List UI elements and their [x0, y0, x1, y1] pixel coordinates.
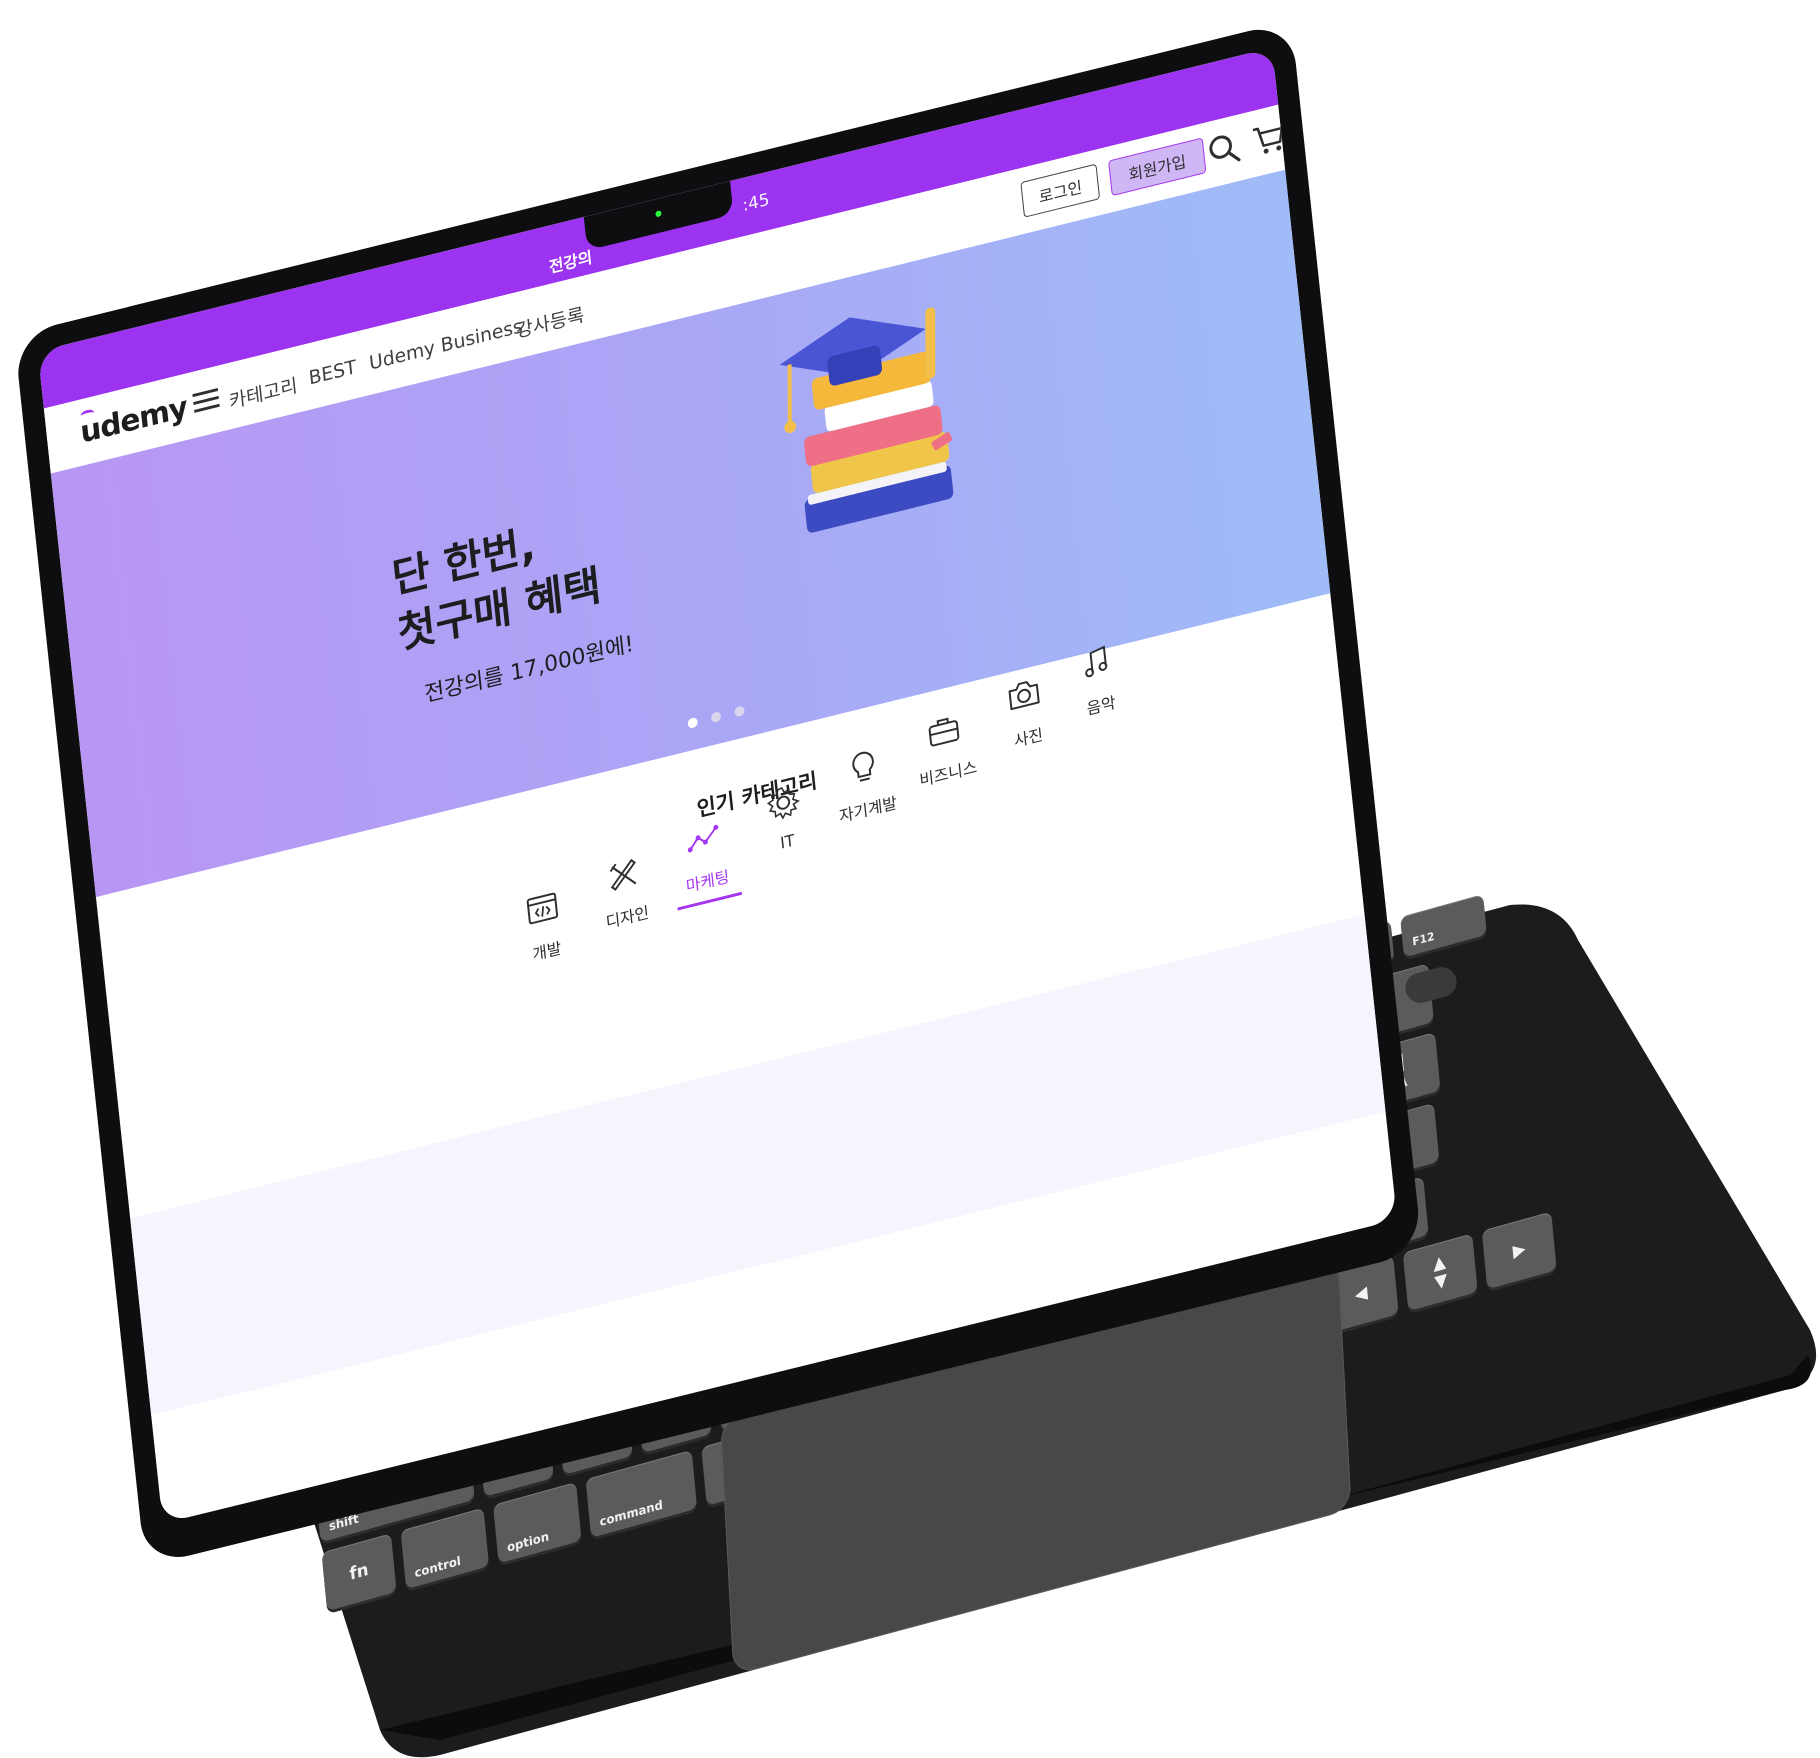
key-▲-▼[interactable]: ▲ ▼ — [1402, 1233, 1478, 1312]
signup-button[interactable]: 회원가입 — [1108, 137, 1207, 197]
carousel-dot-1[interactable] — [687, 716, 699, 730]
books-graduation-icon — [779, 307, 954, 533]
nav-link-best[interactable]: BEST — [308, 356, 358, 389]
category-label: IT — [779, 830, 796, 853]
camera-indicator-icon — [655, 210, 662, 218]
category-label: 사진 — [1013, 724, 1044, 751]
carousel-dot-2[interactable] — [710, 711, 722, 724]
key-option[interactable]: option — [493, 1481, 582, 1564]
gear-icon — [766, 786, 800, 820]
code-window-icon — [526, 892, 559, 925]
nav-link-instructor[interactable]: 강사등록 — [514, 300, 585, 343]
category-design[interactable]: 디자인 — [577, 846, 672, 939]
logo-text: udemy — [78, 389, 189, 451]
category-dev[interactable]: 개발 — [497, 880, 592, 973]
briefcase-icon — [928, 717, 960, 747]
key-control[interactable]: control — [400, 1507, 490, 1590]
category-label: 자기계발 — [838, 793, 898, 827]
category-self-dev[interactable]: 자기계발 — [818, 738, 913, 831]
countdown-text: :45 — [741, 189, 771, 217]
key-▶[interactable]: ▶ — [1481, 1211, 1557, 1290]
camera-icon — [1008, 681, 1040, 711]
trend-line-icon — [687, 824, 719, 853]
lightbulb-icon — [852, 751, 874, 782]
cart-icon[interactable] — [1250, 118, 1287, 160]
promo-text: 전강의 — [548, 247, 594, 277]
category-marketing[interactable]: 마케팅 — [657, 810, 753, 913]
design-tools-icon — [609, 858, 637, 891]
category-label: 비즈니스 — [918, 757, 978, 791]
music-note-icon — [1085, 645, 1108, 678]
category-label: 개발 — [531, 938, 563, 965]
login-button[interactable]: 로그인 — [1020, 163, 1101, 218]
category-label: 디자인 — [604, 902, 650, 933]
key-fn[interactable]: fn — [321, 1533, 397, 1612]
carousel-dots — [687, 705, 745, 730]
category-label: 음악 — [1085, 692, 1117, 719]
laptop-mockup: escF1F2F3F4F5F6F7F8F9F10F11F12~`!1@2#3$4… — [0, 0, 1820, 1758]
udemy-logo[interactable]: udemy — [79, 390, 189, 451]
category-label: 마케팅 — [685, 866, 731, 897]
hero-title: 단 한번, 첫구매 혜택 — [389, 502, 604, 662]
hamburger-menu-icon[interactable] — [192, 387, 220, 418]
search-icon[interactable] — [1206, 129, 1243, 171]
category-menu[interactable]: 카테고리 — [228, 371, 299, 414]
category-business[interactable]: 비즈니스 — [898, 702, 993, 795]
carousel-dot-3[interactable] — [734, 705, 745, 718]
